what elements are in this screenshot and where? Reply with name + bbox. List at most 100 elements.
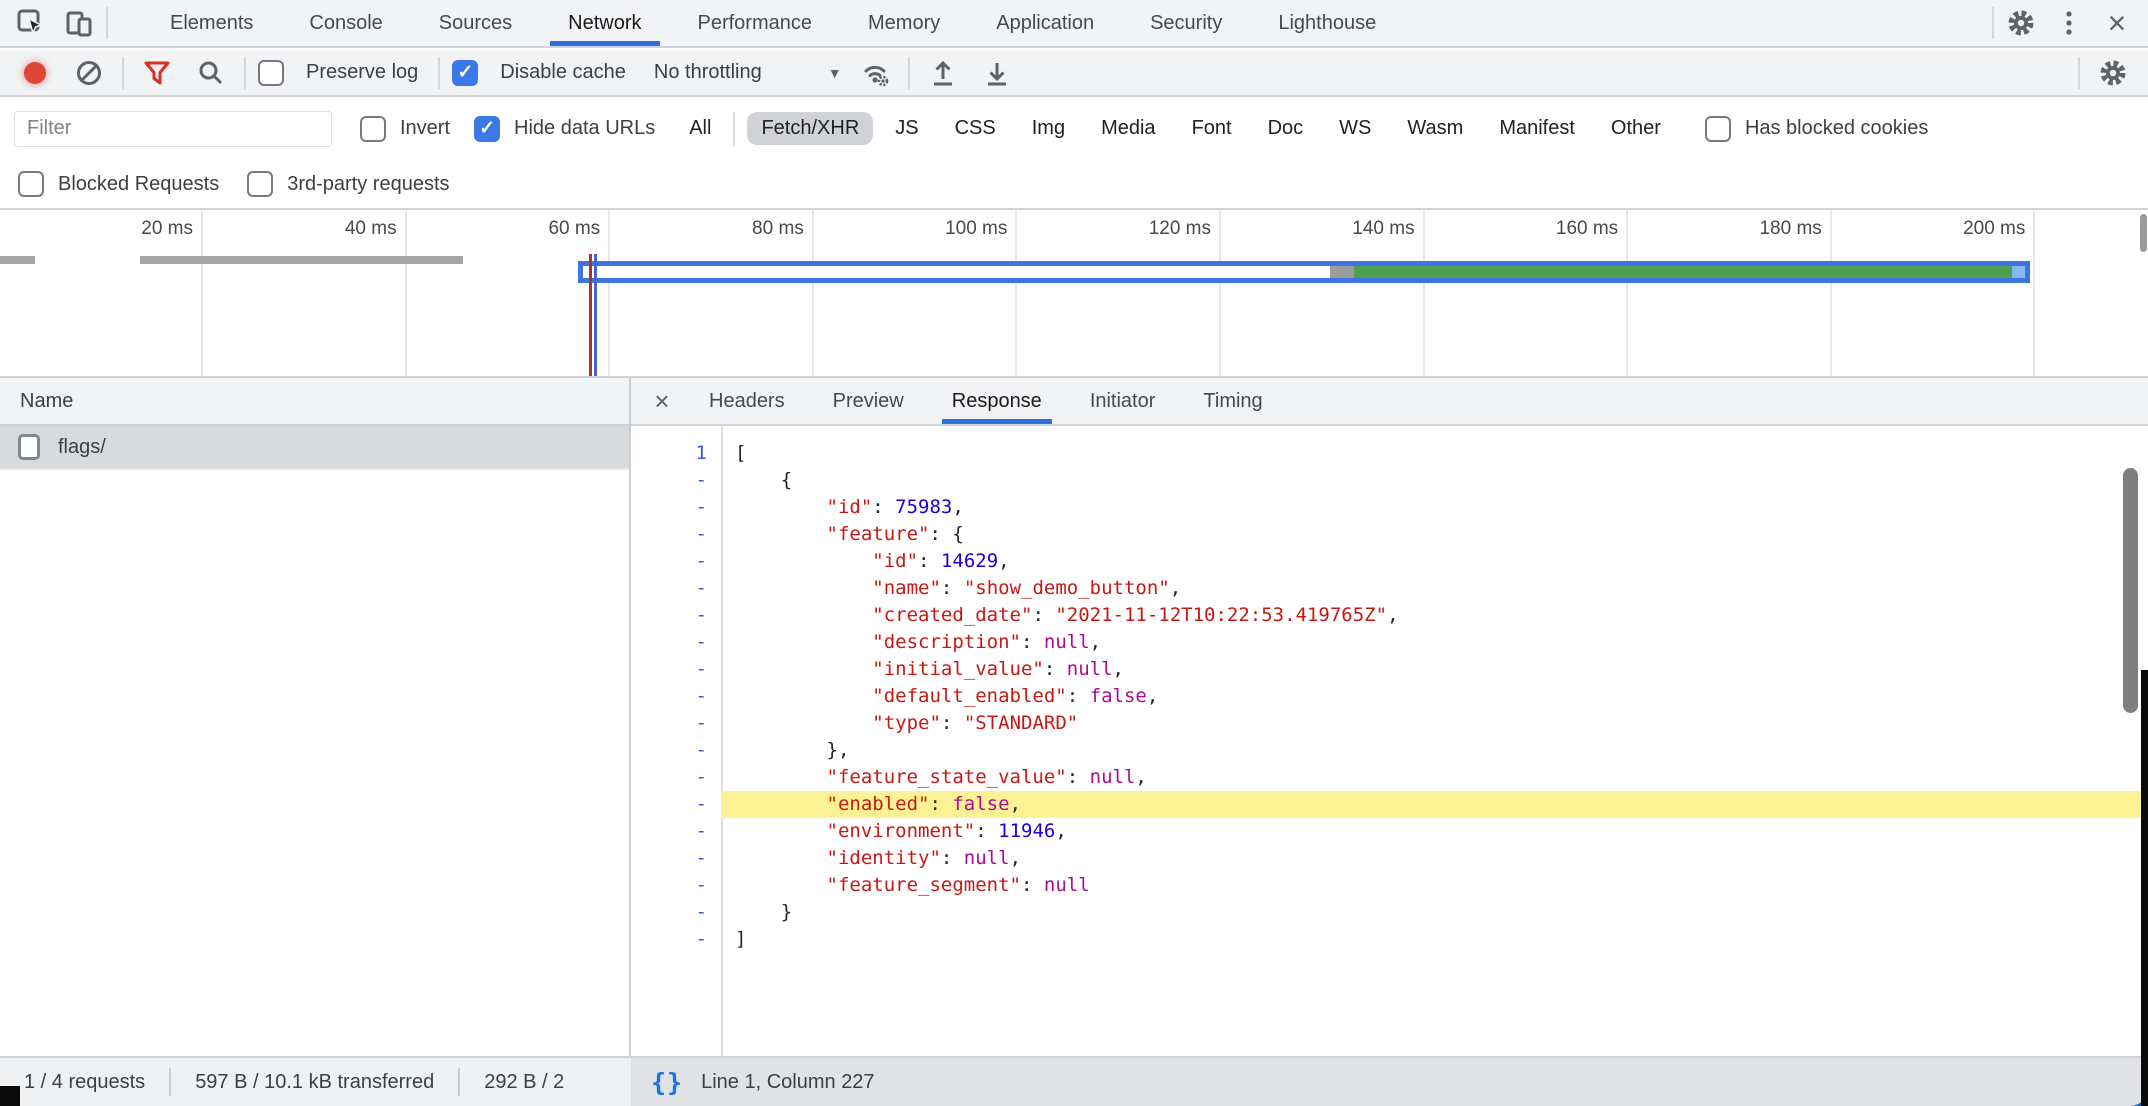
request-detail-panel: × HeadersPreviewResponseInitiatorTiming … (631, 378, 2148, 1056)
detail-tab-preview[interactable]: Preview (809, 378, 928, 424)
line-content: "name": "show_demo_button", (721, 575, 2148, 602)
name-column-header[interactable]: Name (0, 378, 629, 426)
preserve-log-checkbox[interactable] (258, 60, 284, 86)
line-content: "enabled": false, (721, 791, 2148, 818)
chevron-down-icon: ▼ (828, 65, 842, 81)
grid-line (1626, 210, 1628, 376)
search-icon[interactable] (190, 53, 232, 93)
timeline-tick-label: 100 ms (847, 218, 1007, 240)
line-content: "identity": null, (721, 845, 2148, 872)
tab-memory[interactable]: Memory (840, 0, 968, 46)
line-gutter: - (631, 737, 721, 764)
line-content: { (721, 467, 2148, 494)
divider (2078, 57, 2080, 89)
tab-performance[interactable]: Performance (670, 0, 841, 46)
tab-application[interactable]: Application (968, 0, 1122, 46)
has-blocked-cookies-checkbox[interactable] (1705, 116, 1731, 142)
pretty-print-braces-icon[interactable]: {} (651, 1068, 683, 1097)
line-gutter: - (631, 629, 721, 656)
line-gutter: - (631, 548, 721, 575)
type-chip-doc[interactable]: Doc (1254, 112, 1318, 145)
grid-line (608, 210, 610, 376)
code-line: - { (631, 467, 2148, 494)
inspect-element-icon[interactable] (10, 3, 52, 43)
tab-security[interactable]: Security (1122, 0, 1250, 46)
divider (733, 112, 735, 146)
type-chip-manifest[interactable]: Manifest (1485, 112, 1589, 145)
overview-bar-gray-1 (0, 256, 35, 264)
code-line: - "name": "show_demo_button", (631, 575, 2148, 602)
code-line: - "environment": 11946, (631, 818, 2148, 845)
device-toolbar-icon[interactable] (58, 3, 100, 43)
disable-cache-checkbox[interactable] (452, 60, 478, 86)
timeline-tick-label: 180 ms (1662, 218, 1822, 240)
code-line: - "feature_state_value": null, (631, 764, 2148, 791)
detail-tab-response[interactable]: Response (928, 378, 1066, 424)
detail-tabs-list: HeadersPreviewResponseInitiatorTiming (685, 378, 1287, 424)
type-chip-img[interactable]: Img (1018, 112, 1079, 145)
throttling-dropdown[interactable]: No throttling ▼ (654, 61, 842, 84)
export-har-icon[interactable] (976, 53, 1018, 93)
line-content: "id": 75983, (721, 494, 2148, 521)
type-chip-font[interactable]: Font (1178, 112, 1246, 145)
grid-line (1015, 210, 1017, 376)
network-filter-bar: Invert Hide data URLs AllFetch/XHRJSCSSI… (0, 97, 2148, 160)
import-har-icon[interactable] (922, 53, 964, 93)
file-icon (18, 434, 40, 460)
grid-line (201, 210, 203, 376)
network-conditions-icon[interactable] (854, 53, 896, 93)
settings-gear-icon[interactable] (2000, 3, 2042, 43)
tab-network[interactable]: Network (540, 0, 669, 46)
tab-elements[interactable]: Elements (142, 0, 281, 46)
response-scrollbar[interactable] (2123, 468, 2138, 713)
hide-data-urls-checkbox[interactable] (474, 116, 500, 142)
tab-console[interactable]: Console (281, 0, 410, 46)
close-detail-icon[interactable]: × (639, 378, 685, 424)
type-chip-js[interactable]: JS (881, 112, 932, 145)
line-gutter: - (631, 710, 721, 737)
filter-funnel-icon[interactable] (136, 53, 178, 93)
detail-tab-timing[interactable]: Timing (1179, 378, 1286, 424)
timeline-scrollbar[interactable] (2140, 214, 2147, 252)
has-blocked-cookies-label: Has blocked cookies (1745, 117, 1928, 140)
type-chip-media[interactable]: Media (1087, 112, 1169, 145)
table-row[interactable]: flags/ (0, 426, 629, 470)
code-line: - "feature_segment": null (631, 872, 2148, 899)
type-chip-ws[interactable]: WS (1325, 112, 1385, 145)
window-corner (0, 1086, 20, 1106)
type-chip-css[interactable]: CSS (941, 112, 1010, 145)
divider (122, 57, 124, 89)
line-gutter: - (631, 521, 721, 548)
line-content: } (721, 899, 2148, 926)
dom-content-loaded-event-line (589, 254, 592, 376)
line-content: "feature_state_value": null, (721, 764, 2148, 791)
detail-tab-initiator[interactable]: Initiator (1066, 378, 1180, 424)
type-chip-fetch-xhr[interactable]: Fetch/XHR (747, 112, 873, 145)
clear-network-log-icon[interactable] (68, 53, 110, 93)
tab-sources[interactable]: Sources (411, 0, 540, 46)
line-content: "created_date": "2021-11-12T10:22:53.419… (721, 602, 2148, 629)
name-header-label: Name (20, 390, 73, 413)
filter-input[interactable] (14, 111, 332, 147)
timeline-tick-label: 120 ms (1051, 218, 1211, 240)
network-settings-gear-icon[interactable] (2092, 53, 2134, 93)
tab-lighthouse[interactable]: Lighthouse (1250, 0, 1404, 46)
type-chip-other[interactable]: Other (1597, 112, 1675, 145)
code-line: - "initial_value": null, (631, 656, 2148, 683)
type-chip-all[interactable]: All (675, 112, 725, 145)
record-network-log-icon[interactable] (14, 53, 56, 93)
line-content: "id": 14629, (721, 548, 2148, 575)
type-chip-wasm[interactable]: Wasm (1393, 112, 1477, 145)
response-source-viewer[interactable]: 1[- {- "id": 75983,- "feature": {- "id":… (631, 426, 2148, 1056)
kebab-menu-icon[interactable] (2048, 3, 2090, 43)
detail-tab-headers[interactable]: Headers (685, 378, 809, 424)
disable-cache-label: Disable cache (500, 61, 626, 84)
network-overview-timeline[interactable]: 20 ms40 ms60 ms80 ms100 ms120 ms140 ms16… (0, 210, 2148, 378)
divider (438, 57, 440, 89)
close-devtools-icon[interactable]: × (2096, 3, 2138, 43)
line-gutter: - (631, 764, 721, 791)
blocked-requests-checkbox[interactable] (18, 171, 44, 197)
third-party-requests-checkbox[interactable] (247, 171, 273, 197)
invert-checkbox[interactable] (360, 116, 386, 142)
preserve-log-label: Preserve log (306, 61, 418, 84)
